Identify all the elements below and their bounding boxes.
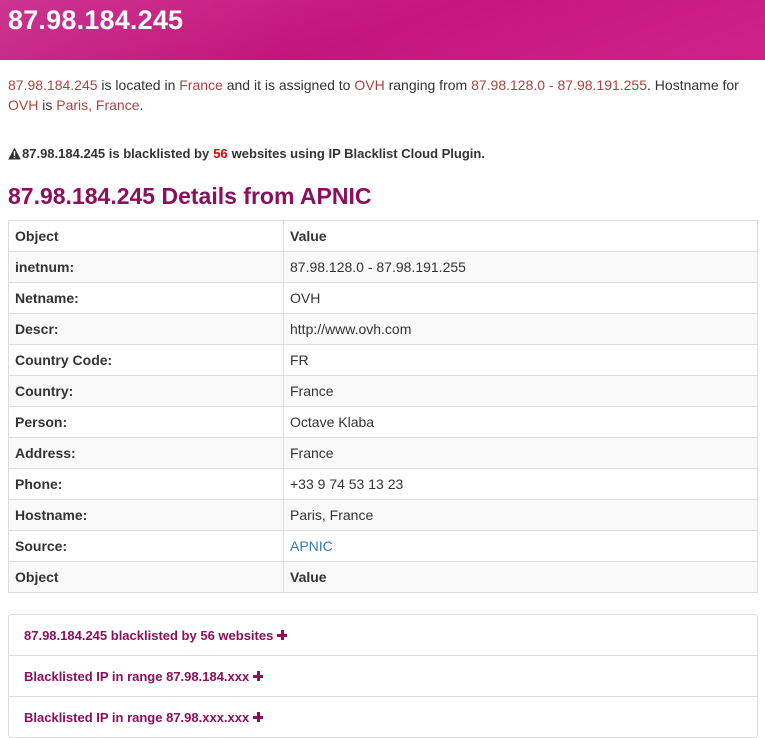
table-row: Country: France bbox=[8, 375, 758, 407]
plus-icon[interactable] bbox=[253, 671, 264, 681]
table-header-value: Value bbox=[283, 220, 758, 252]
table-row: Person: Octave Klaba bbox=[8, 406, 758, 438]
row-key: inetnum: bbox=[8, 251, 284, 283]
table-row: Descr: http://www.ovh.com bbox=[8, 313, 758, 345]
ip-summary: 87.98.184.245 is located in France and i… bbox=[8, 75, 760, 115]
panel-range-184[interactable]: Blacklisted IP in range 87.98.184.xxx bbox=[9, 656, 757, 697]
table-row: Country Code: FR bbox=[8, 344, 758, 376]
panel-blacklisted-by-websites[interactable]: 87.98.184.245 blacklisted by 56 websites bbox=[9, 615, 757, 656]
panel-range-98[interactable]: Blacklisted IP in range 87.98.xxx.xxx bbox=[9, 697, 757, 738]
page-title: 87.98.184.245 bbox=[8, 5, 184, 35]
row-key: Netname: bbox=[8, 282, 284, 314]
row-value: Paris, France bbox=[283, 499, 758, 531]
summary-org-2: OVH bbox=[8, 97, 39, 113]
row-value: 87.98.128.0 - 87.98.191.255 bbox=[283, 251, 758, 283]
table-row: Address: France bbox=[8, 437, 758, 469]
summary-text-3: ranging from bbox=[384, 77, 472, 93]
summary-text-4: . Hostname for bbox=[647, 77, 739, 93]
summary-country: France bbox=[179, 77, 223, 93]
summary-text-1: is located in bbox=[97, 77, 180, 93]
summary-text-6: . bbox=[139, 97, 144, 113]
page-header: 87.98.184.245 bbox=[0, 0, 765, 60]
blacklist-warning: 87.98.184.245 is blacklisted by 56 websi… bbox=[8, 146, 485, 161]
warning-suffix: websites using IP Blacklist Cloud Plugin… bbox=[231, 146, 485, 161]
table-header-row: Object Value bbox=[8, 220, 758, 252]
details-table: Object Value inetnum: 87.98.128.0 - 87.9… bbox=[8, 220, 758, 593]
blacklist-panels: 87.98.184.245 blacklisted by 56 websites… bbox=[8, 614, 758, 738]
table-row: Source: APNIC bbox=[8, 530, 758, 562]
row-value: France bbox=[283, 437, 758, 469]
row-value: http://www.ovh.com bbox=[283, 313, 758, 345]
summary-text-5: is bbox=[38, 97, 57, 113]
table-footer-row: Object Value bbox=[8, 561, 758, 593]
row-key: Country: bbox=[8, 375, 284, 407]
warning-count: 56 bbox=[213, 146, 228, 161]
table-footer-object: Object bbox=[8, 561, 284, 593]
row-value: FR bbox=[283, 344, 758, 376]
row-key: Country Code: bbox=[8, 344, 284, 376]
table-row: Netname: OVH bbox=[8, 282, 758, 314]
panel-label: Blacklisted IP in range 87.98.xxx.xxx bbox=[24, 709, 250, 725]
row-key: Hostname: bbox=[8, 499, 284, 531]
row-value: OVH bbox=[283, 282, 758, 314]
table-row: Hostname: Paris, France bbox=[8, 499, 758, 531]
row-key: Address: bbox=[8, 437, 284, 469]
plus-icon[interactable] bbox=[277, 630, 288, 640]
panel-label: Blacklisted IP in range 87.98.184.xxx bbox=[24, 668, 250, 684]
details-title: 87.98.184.245 Details from APNIC bbox=[8, 183, 372, 209]
row-key: Source: bbox=[8, 530, 284, 562]
table-footer-value: Value bbox=[283, 561, 758, 593]
table-row: Phone: +33 9 74 53 13 23 bbox=[8, 468, 758, 500]
row-value: APNIC bbox=[283, 530, 758, 562]
row-value: Octave Klaba bbox=[283, 406, 758, 438]
summary-hostname: Paris, France bbox=[56, 97, 140, 113]
summary-range: 87.98.128.0 - 87.98.191.255 bbox=[471, 77, 648, 93]
warning-prefix: 87.98.184.245 is blacklisted by bbox=[22, 146, 210, 161]
row-value: +33 9 74 53 13 23 bbox=[283, 468, 758, 500]
row-key: Phone: bbox=[8, 468, 284, 500]
source-link[interactable]: APNIC bbox=[290, 538, 333, 554]
summary-org: OVH bbox=[354, 77, 385, 93]
row-key: Person: bbox=[8, 406, 284, 438]
summary-ip: 87.98.184.245 bbox=[8, 77, 98, 93]
plus-icon[interactable] bbox=[253, 712, 264, 722]
table-row: inetnum: 87.98.128.0 - 87.98.191.255 bbox=[8, 251, 758, 283]
table-header-object: Object bbox=[8, 220, 284, 252]
panel-label: 87.98.184.245 blacklisted by 56 websites bbox=[24, 627, 274, 643]
row-value: France bbox=[283, 375, 758, 407]
row-key: Descr: bbox=[8, 313, 284, 345]
summary-text-2: and it is assigned to bbox=[222, 77, 355, 93]
warning-icon bbox=[8, 147, 21, 160]
